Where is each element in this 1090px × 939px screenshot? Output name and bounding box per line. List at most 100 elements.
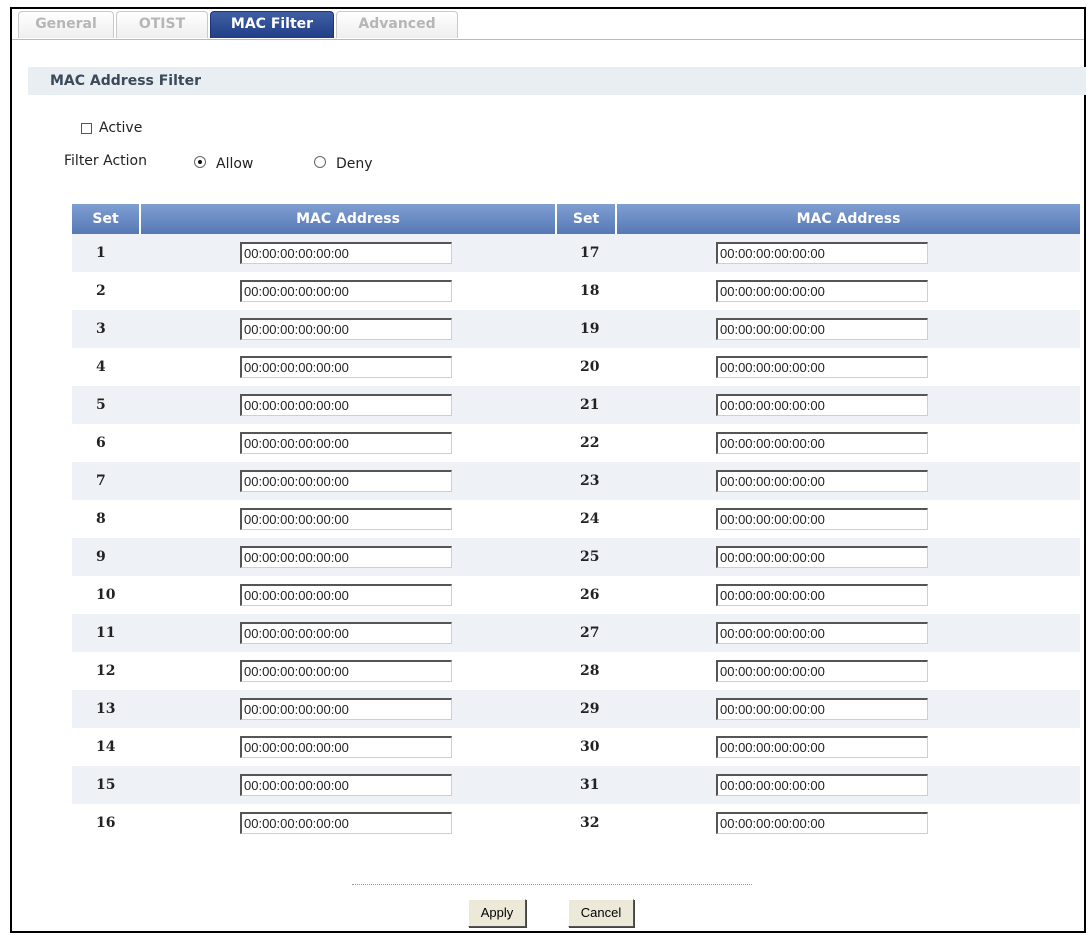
mac-address-input[interactable] bbox=[716, 546, 928, 568]
set-number: 28 bbox=[580, 663, 600, 679]
mac-cell bbox=[140, 386, 556, 424]
set-number: 2 bbox=[96, 283, 106, 299]
table-row: 5 21 bbox=[72, 386, 1080, 424]
mac-address-input[interactable] bbox=[716, 660, 928, 682]
mac-address-input[interactable] bbox=[716, 584, 928, 606]
mac-address-input[interactable] bbox=[716, 432, 928, 454]
mac-address-input[interactable] bbox=[240, 318, 452, 340]
table-row: 9 25 bbox=[72, 538, 1080, 576]
mac-cell bbox=[616, 234, 1080, 272]
tab-mac-filter[interactable]: MAC Filter bbox=[210, 11, 334, 38]
allow-label: Allow bbox=[216, 156, 254, 172]
set-number: 23 bbox=[556, 462, 616, 500]
mac-cell bbox=[616, 386, 1080, 424]
active-label: Active bbox=[99, 120, 143, 136]
mac-address-input[interactable] bbox=[240, 736, 452, 758]
set-number: 1 bbox=[72, 234, 140, 272]
cancel-button[interactable]: Cancel bbox=[568, 899, 634, 927]
header-mac-right: MAC Address bbox=[615, 204, 1080, 234]
mac-cell bbox=[140, 690, 556, 728]
mac-address-input[interactable] bbox=[240, 584, 452, 606]
mac-address-input[interactable] bbox=[716, 470, 928, 492]
table-row: 14 30 bbox=[72, 728, 1080, 766]
mac-address-input[interactable] bbox=[240, 812, 452, 834]
mac-address-input[interactable] bbox=[240, 356, 452, 378]
mac-cell bbox=[616, 310, 1080, 348]
deny-label: Deny bbox=[336, 156, 373, 172]
active-checkbox[interactable] bbox=[81, 123, 92, 134]
mac-cell bbox=[140, 234, 556, 272]
mac-address-input[interactable] bbox=[240, 280, 452, 302]
set-number: 32 bbox=[580, 815, 600, 831]
table-row: 11 27 bbox=[72, 614, 1080, 652]
mac-cell bbox=[616, 500, 1080, 538]
mac-cell bbox=[140, 614, 556, 652]
tab-general[interactable]: General bbox=[18, 11, 114, 38]
set-number: 20 bbox=[580, 359, 600, 375]
mac-cell bbox=[616, 804, 1080, 842]
mac-address-table: Set MAC Address Set MAC Address 11721831… bbox=[72, 204, 1080, 842]
mac-cell bbox=[140, 500, 556, 538]
mac-address-input[interactable] bbox=[240, 432, 452, 454]
mac-address-input[interactable] bbox=[716, 698, 928, 720]
table-row: 8 24 bbox=[72, 500, 1080, 538]
tab-advanced[interactable]: Advanced bbox=[336, 11, 458, 38]
allow-radio[interactable] bbox=[194, 156, 206, 168]
set-number: 9 bbox=[72, 538, 140, 576]
mac-address-input[interactable] bbox=[716, 394, 928, 416]
set-number: 22 bbox=[580, 435, 600, 451]
mac-address-input[interactable] bbox=[716, 812, 928, 834]
mac-address-input[interactable] bbox=[240, 546, 452, 568]
mac-address-input[interactable] bbox=[240, 508, 452, 530]
mac-address-input[interactable] bbox=[716, 318, 928, 340]
mac-cell bbox=[140, 538, 556, 576]
mac-address-input[interactable] bbox=[240, 622, 452, 644]
deny-radio[interactable] bbox=[314, 156, 326, 168]
mac-address-input[interactable] bbox=[240, 242, 452, 264]
mac-address-input[interactable] bbox=[716, 356, 928, 378]
table-row: 6 22 bbox=[72, 424, 1080, 462]
mac-cell bbox=[616, 614, 1080, 652]
set-number: 27 bbox=[556, 614, 616, 652]
table-row: 1 17 bbox=[72, 234, 1080, 272]
mac-address-input[interactable] bbox=[240, 660, 452, 682]
set-number: 18 bbox=[580, 283, 600, 299]
mac-cell bbox=[616, 766, 1080, 804]
mac-cell bbox=[140, 424, 556, 462]
mac-address-input[interactable] bbox=[716, 736, 928, 758]
mac-cell bbox=[616, 728, 1080, 766]
mac-address-input[interactable] bbox=[716, 774, 928, 796]
apply-button[interactable]: Apply bbox=[468, 899, 526, 927]
mac-cell bbox=[140, 310, 556, 348]
set-number: 26 bbox=[580, 587, 600, 603]
mac-cell bbox=[616, 652, 1080, 690]
mac-address-input[interactable] bbox=[716, 242, 928, 264]
mac-address-input[interactable] bbox=[716, 508, 928, 530]
mac-cell bbox=[616, 348, 1080, 386]
mac-address-input[interactable] bbox=[240, 470, 452, 492]
mac-address-input[interactable] bbox=[240, 774, 452, 796]
set-number: 21 bbox=[556, 386, 616, 424]
set-number: 17 bbox=[556, 234, 616, 272]
tab-otist[interactable]: OTIST bbox=[116, 11, 208, 38]
mac-cell bbox=[140, 728, 556, 766]
mac-cell bbox=[140, 272, 556, 310]
table-row: 10 26 bbox=[72, 576, 1080, 614]
mac-address-input[interactable] bbox=[240, 394, 452, 416]
tab-bar: General OTIST MAC Filter Advanced bbox=[12, 9, 1084, 40]
header-set-right: Set bbox=[555, 204, 616, 234]
mac-address-input[interactable] bbox=[240, 698, 452, 720]
table-header-row: Set MAC Address Set MAC Address bbox=[72, 204, 1080, 234]
set-number: 16 bbox=[96, 815, 116, 831]
mac-cell bbox=[616, 462, 1080, 500]
table-row: 12 28 bbox=[72, 652, 1080, 690]
section-title: MAC Address Filter bbox=[28, 67, 1086, 95]
table-row: 4 20 bbox=[72, 348, 1080, 386]
mac-cell bbox=[616, 576, 1080, 614]
set-number: 24 bbox=[580, 511, 600, 527]
set-number: 29 bbox=[556, 690, 616, 728]
mac-address-input[interactable] bbox=[716, 622, 928, 644]
button-divider bbox=[352, 884, 752, 885]
mac-address-input[interactable] bbox=[716, 280, 928, 302]
mac-cell bbox=[140, 576, 556, 614]
